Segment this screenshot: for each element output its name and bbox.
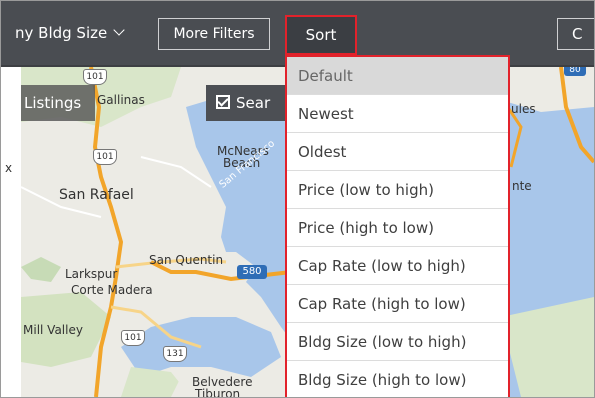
sort-dropdown-menu: Default Newest Oldest Price (low to high… <box>285 55 510 397</box>
listings-toggle[interactable]: Listings <box>21 85 95 121</box>
highway-580-shield: 580 <box>237 265 267 279</box>
sort-option-newest[interactable]: Newest <box>287 95 508 133</box>
place-label-mill-valley: Mill Valley <box>23 323 83 337</box>
listings-label: Listings <box>24 94 82 112</box>
place-label-tiburon: Tiburon <box>195 387 241 398</box>
sort-option-default[interactable]: Default <box>287 57 508 95</box>
sort-option-oldest[interactable]: Oldest <box>287 133 508 171</box>
place-label-san-rafael: San Rafael <box>59 187 134 203</box>
sort-option-bldg-size-high-low[interactable]: Bldg Size (high to low) <box>287 361 508 397</box>
place-label-x: x <box>5 161 13 175</box>
more-filters-button[interactable]: More Filters <box>158 18 270 50</box>
bldg-size-filter-dropdown[interactable]: ny Bldg Size <box>15 18 125 48</box>
search-as-map-moves-toggle[interactable]: Sear <box>206 85 286 121</box>
place-label-corte-madera: Corte Madera <box>71 283 153 297</box>
place-label-san-quentin: San Quentin <box>149 253 224 267</box>
chevron-down-icon <box>113 24 125 36</box>
bldg-size-filter-label: ny Bldg Size <box>15 24 108 42</box>
place-label-gallinas: Gallinas <box>97 93 145 107</box>
sort-option-cap-rate-low-high[interactable]: Cap Rate (low to high) <box>287 247 508 285</box>
sort-option-bldg-size-low-high[interactable]: Bldg Size (low to high) <box>287 323 508 361</box>
highway-131-shield: 131 <box>163 346 187 362</box>
highway-101-shield: 101 <box>93 149 117 165</box>
app-frame: Gallinas McNears Beach x San Rafael San … <box>0 0 595 398</box>
place-label-nte: nte <box>512 179 532 193</box>
sort-option-price-low-high[interactable]: Price (low to high) <box>287 171 508 209</box>
sort-option-cap-rate-high-low[interactable]: Cap Rate (high to low) <box>287 285 508 323</box>
sort-button[interactable]: Sort <box>285 15 357 55</box>
highway-101-shield: 101 <box>121 330 145 346</box>
topbar-right-button[interactable]: C <box>557 18 594 50</box>
search-checkbox-icon[interactable] <box>216 94 230 109</box>
place-label-larkspur: Larkspur <box>65 267 118 281</box>
map-left-margin <box>1 67 21 397</box>
sort-option-price-high-low[interactable]: Price (high to low) <box>287 209 508 247</box>
search-label: Sear <box>236 94 271 112</box>
place-label-ules: ules <box>511 102 536 116</box>
highway-101-shield: 101 <box>83 69 107 85</box>
